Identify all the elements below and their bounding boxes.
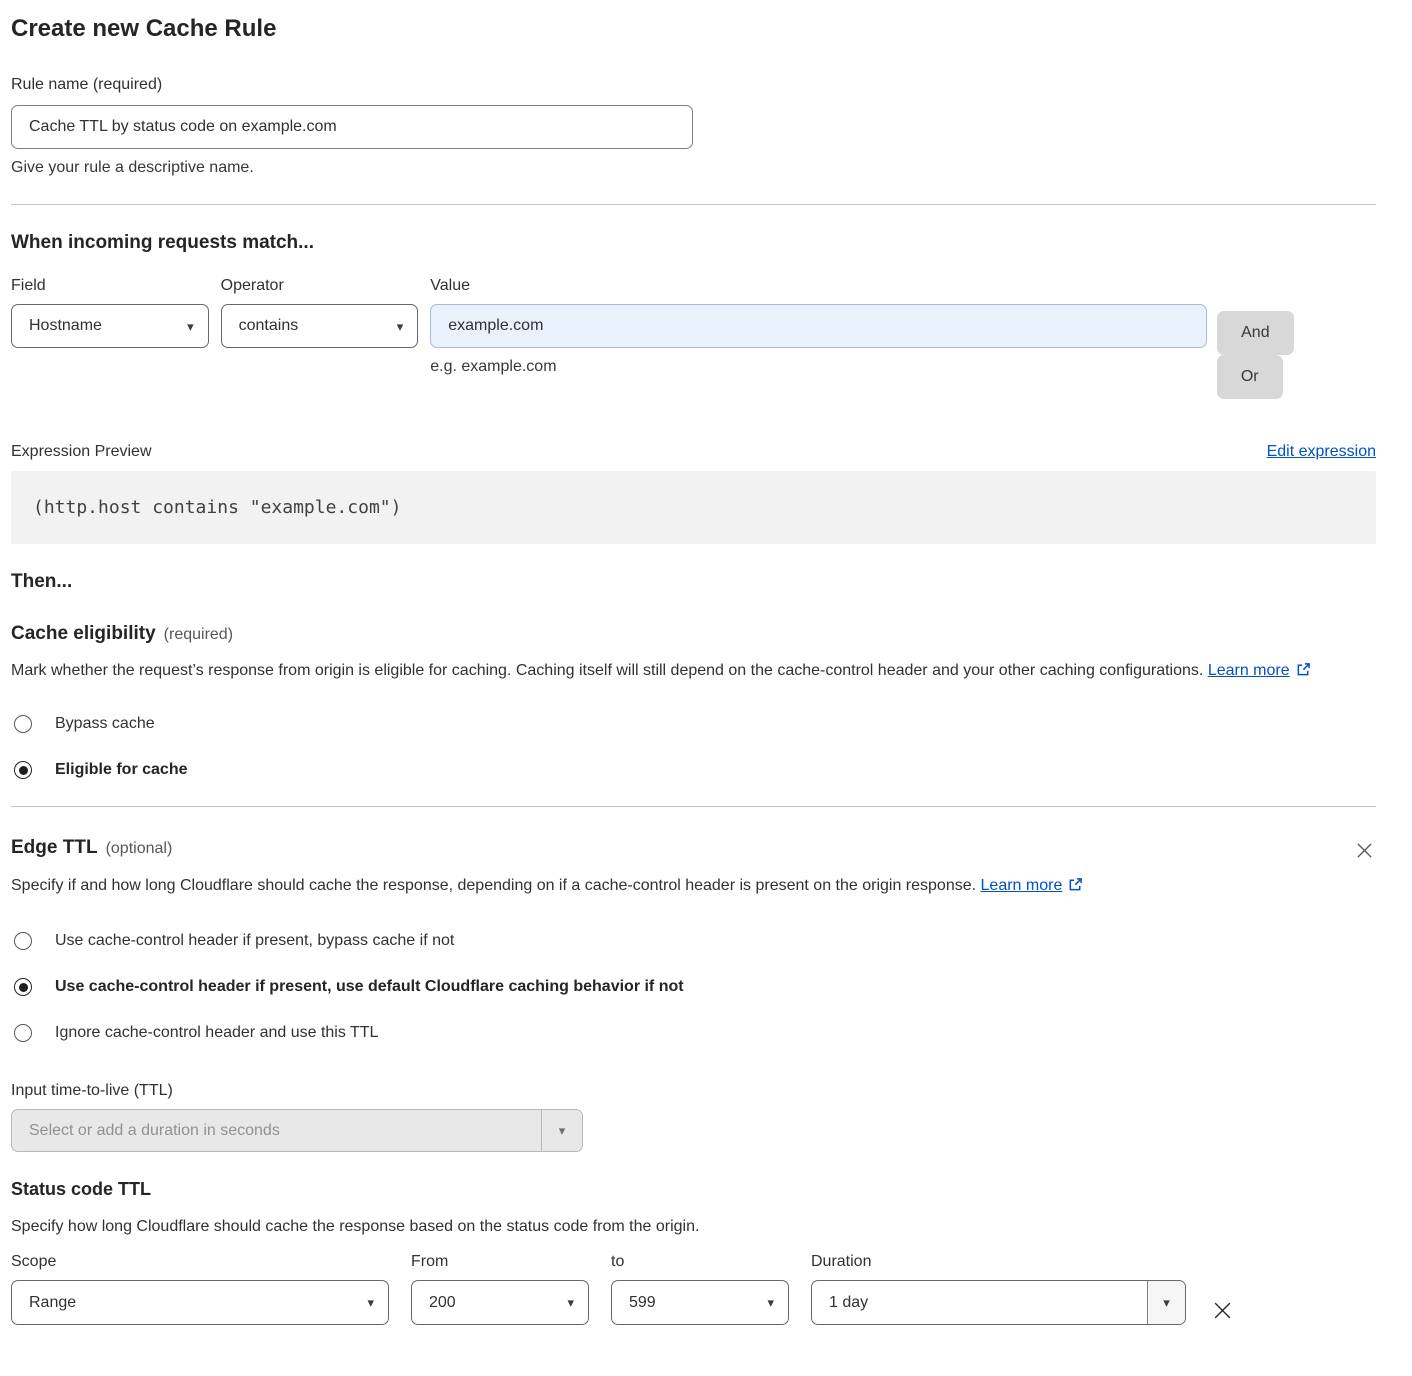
and-button[interactable]: And [1217,311,1294,355]
edge-ttl-description-text: Specify if and how long Cloudflare shoul… [11,877,976,894]
cache-eligibility-heading: Cache eligibility [11,623,156,645]
duration-select-value: 1 day [812,1281,1147,1324]
match-condition-row: Field Hostname ▾ Operator contains ▾ Val… [11,277,1376,399]
external-link-icon [1296,664,1311,681]
close-edge-ttl-button[interactable] [1353,839,1376,862]
radio-icon [14,715,32,733]
radio-option-eligible-for-cache[interactable]: Eligible for cache [11,761,1376,779]
remove-status-ttl-button[interactable] [1210,1298,1235,1323]
radio-option-bypass-cache[interactable]: Bypass cache [11,715,1376,733]
radio-option-ignore-header[interactable]: Ignore cache-control header and use this… [11,1024,1376,1042]
rule-name-label: Rule name (required) [11,76,1376,94]
ttl-duration-select[interactable]: Select or add a duration in seconds ▾ [11,1109,583,1152]
to-label: to [611,1253,789,1271]
radio-option-use-header-default[interactable]: Use cache-control header if present, use… [11,978,1376,996]
edge-ttl-heading: Edge TTL [11,837,98,859]
radio-label: Use cache-control header if present, use… [55,978,684,996]
expression-preview-code: (http.host contains "example.com") [11,471,1376,544]
chevron-down-icon: ▾ [567,1296,574,1309]
section-divider [11,204,1376,205]
duration-label: Duration [811,1253,1186,1271]
to-select-value: 599 [629,1294,656,1312]
value-helper: e.g. example.com [430,358,1207,376]
chevron-down-icon: ▾ [187,320,194,333]
status-code-ttl-description: Specify how long Cloudflare should cache… [11,1213,1376,1241]
edit-expression-link[interactable]: Edit expression [1267,443,1376,461]
field-select-value: Hostname [29,317,102,335]
value-label: Value [430,277,1207,295]
value-input[interactable] [430,304,1207,348]
edge-ttl-learn-more-link[interactable]: Learn more [981,877,1063,894]
radio-label: Use cache-control header if present, byp… [55,932,454,950]
close-icon [1212,1309,1233,1324]
operator-select-value: contains [239,317,299,335]
from-select-value: 200 [429,1294,456,1312]
create-cache-rule-page: Create new Cache Rule Rule name (require… [0,0,1412,1355]
ttl-input-label: Input time-to-live (TTL) [11,1082,1376,1100]
edge-ttl-description: Specify if and how long Cloudflare shoul… [11,872,1116,902]
duration-select[interactable]: 1 day ▾ [811,1280,1186,1325]
scope-select[interactable]: Range ▾ [11,1280,389,1325]
required-badge: (required) [164,626,233,644]
operator-label: Operator [221,277,419,295]
radio-icon [14,932,32,950]
close-icon [1355,848,1374,863]
status-code-ttl-heading: Status code TTL [11,1179,1376,1200]
chevron-down-icon: ▾ [541,1110,582,1151]
expression-preview-label: Expression Preview [11,443,152,461]
page-title: Create new Cache Rule [11,15,1376,43]
chevron-down-icon: ▾ [367,1296,374,1309]
operator-select[interactable]: contains ▾ [221,304,419,348]
cache-eligibility-learn-more-link[interactable]: Learn more [1208,662,1290,679]
radio-selected-icon [14,761,32,779]
radio-label: Ignore cache-control header and use this… [55,1024,378,1042]
chevron-down-icon: ▾ [397,320,404,333]
chevron-down-icon: ▾ [767,1296,774,1309]
scope-select-value: Range [29,1294,76,1312]
cache-eligibility-description-text: Mark whether the request’s response from… [11,662,1203,679]
cache-eligibility-description: Mark whether the request’s response from… [11,657,1356,687]
radio-label: Bypass cache [55,715,155,733]
radio-option-use-header-bypass[interactable]: Use cache-control header if present, byp… [11,932,1376,950]
scope-label: Scope [11,1253,389,1271]
radio-label: Eligible for cache [55,761,187,779]
then-heading: Then... [11,571,1376,593]
radio-icon [14,1024,32,1042]
radio-selected-icon [14,978,32,996]
status-code-ttl-row: Scope Range ▾ From 200 ▾ to 599 ▾ Durati… [11,1253,1376,1325]
to-select[interactable]: 599 ▾ [611,1280,789,1325]
rule-name-input[interactable] [11,105,693,149]
rule-name-helper: Give your rule a descriptive name. [11,159,1376,177]
from-label: From [411,1253,589,1271]
ttl-duration-placeholder: Select or add a duration in seconds [12,1110,541,1151]
field-select[interactable]: Hostname ▾ [11,304,209,348]
or-button[interactable]: Or [1217,355,1283,399]
field-label: Field [11,277,209,295]
from-select[interactable]: 200 ▾ [411,1280,589,1325]
external-link-icon [1068,879,1083,896]
match-section-heading: When incoming requests match... [11,232,1376,254]
chevron-down-icon: ▾ [1147,1281,1185,1324]
optional-badge: (optional) [106,840,173,858]
section-divider [11,806,1376,807]
